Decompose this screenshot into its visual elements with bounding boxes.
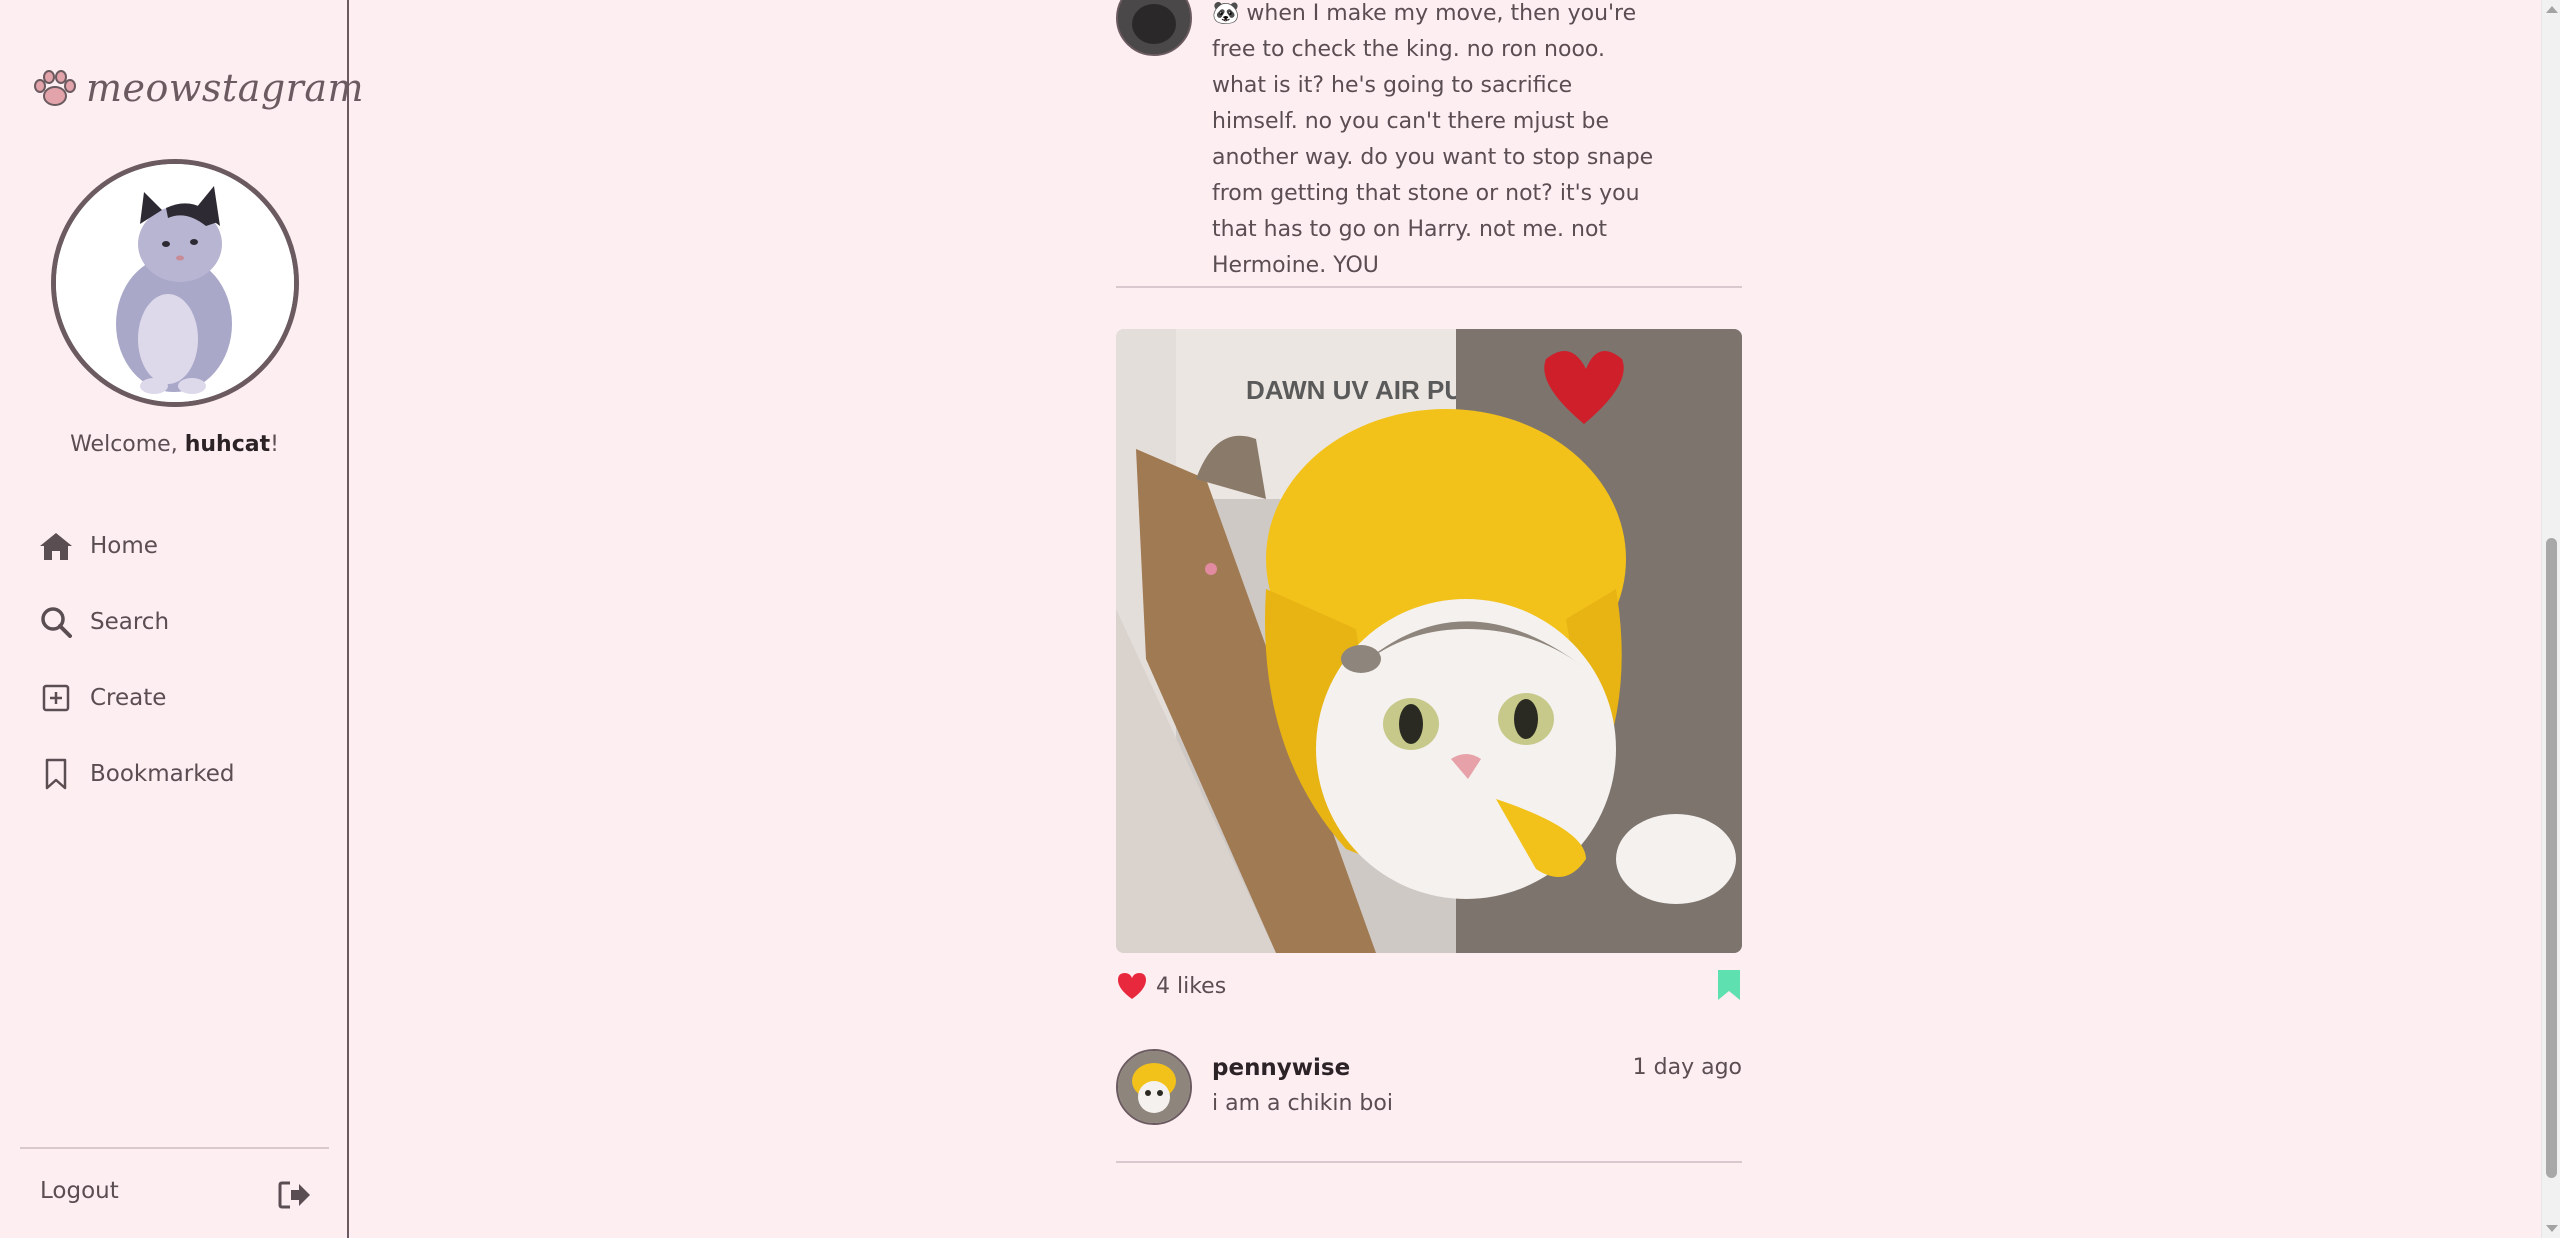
username[interactable]: huhcat — [185, 432, 270, 457]
avatar[interactable] — [1116, 1049, 1192, 1125]
scroll-down-arrow-icon[interactable] — [2546, 1225, 2558, 1232]
paw-icon — [34, 70, 76, 106]
likes-count[interactable]: 4 likes — [1156, 974, 1226, 999]
author-username[interactable]: pennywise — [1212, 1055, 1350, 1081]
sidebar: meowstagram Welcome, huhcat! Home Search… — [0, 0, 364, 1238]
home-icon — [38, 528, 74, 564]
nav-item-bookmarked[interactable]: Bookmarked — [38, 752, 234, 796]
post-image[interactable]: DAWN UV AIR PU — [1116, 329, 1742, 953]
profile-avatar[interactable] — [51, 159, 299, 407]
svg-text:DAWN UV AIR PU: DAWN UV AIR PU — [1246, 375, 1463, 405]
caption-text: 🐼 when I make my move, then you're free … — [1212, 1, 1654, 278]
nav-item-home[interactable]: Home — [38, 524, 234, 568]
bookmark-icon — [38, 756, 74, 792]
app-logo[interactable]: meowstagram — [32, 66, 364, 110]
cat-avatar-image — [56, 164, 294, 402]
welcome-suffix: ! — [270, 432, 279, 457]
logout-icon[interactable] — [278, 1180, 312, 1210]
nav-item-label: Search — [90, 609, 170, 635]
main-nav: Home Search Create Bookmarked — [38, 524, 234, 828]
page-scrollbar[interactable] — [2541, 0, 2560, 1238]
logout-button[interactable]: Logout — [40, 1178, 119, 1204]
heart-icon[interactable] — [1116, 971, 1148, 1001]
welcome-prefix: Welcome, — [70, 432, 185, 457]
post-author: pennywise 1 day ago i am a chikin boi — [1116, 1049, 1742, 1127]
nav-item-label: Create — [90, 685, 167, 711]
welcome-message: Welcome, huhcat! — [0, 432, 349, 457]
search-icon — [38, 604, 74, 640]
scroll-up-arrow-icon[interactable] — [2546, 6, 2558, 13]
nav-item-label: Home — [90, 533, 158, 559]
post-timestamp: 1 day ago — [1632, 1055, 1742, 1080]
post-caption: i am a chikin boi — [1212, 1091, 1393, 1116]
avatar[interactable] — [1116, 0, 1192, 56]
cat-photo: DAWN UV AIR PU — [1116, 329, 1742, 953]
sidebar-divider — [20, 1147, 329, 1149]
logo-text: meowstagram — [86, 66, 365, 110]
nav-item-create[interactable]: Create — [38, 676, 234, 720]
post-actions: 4 likes — [1116, 966, 1742, 1006]
plus-square-icon — [38, 680, 74, 716]
scrollbar-thumb[interactable] — [2546, 538, 2557, 1178]
post-divider — [1116, 1161, 1742, 1163]
nav-item-search[interactable]: Search — [38, 600, 234, 644]
nav-item-label: Bookmarked — [90, 761, 235, 787]
post-divider — [1116, 286, 1742, 288]
bookmark-icon[interactable] — [1716, 968, 1742, 1002]
